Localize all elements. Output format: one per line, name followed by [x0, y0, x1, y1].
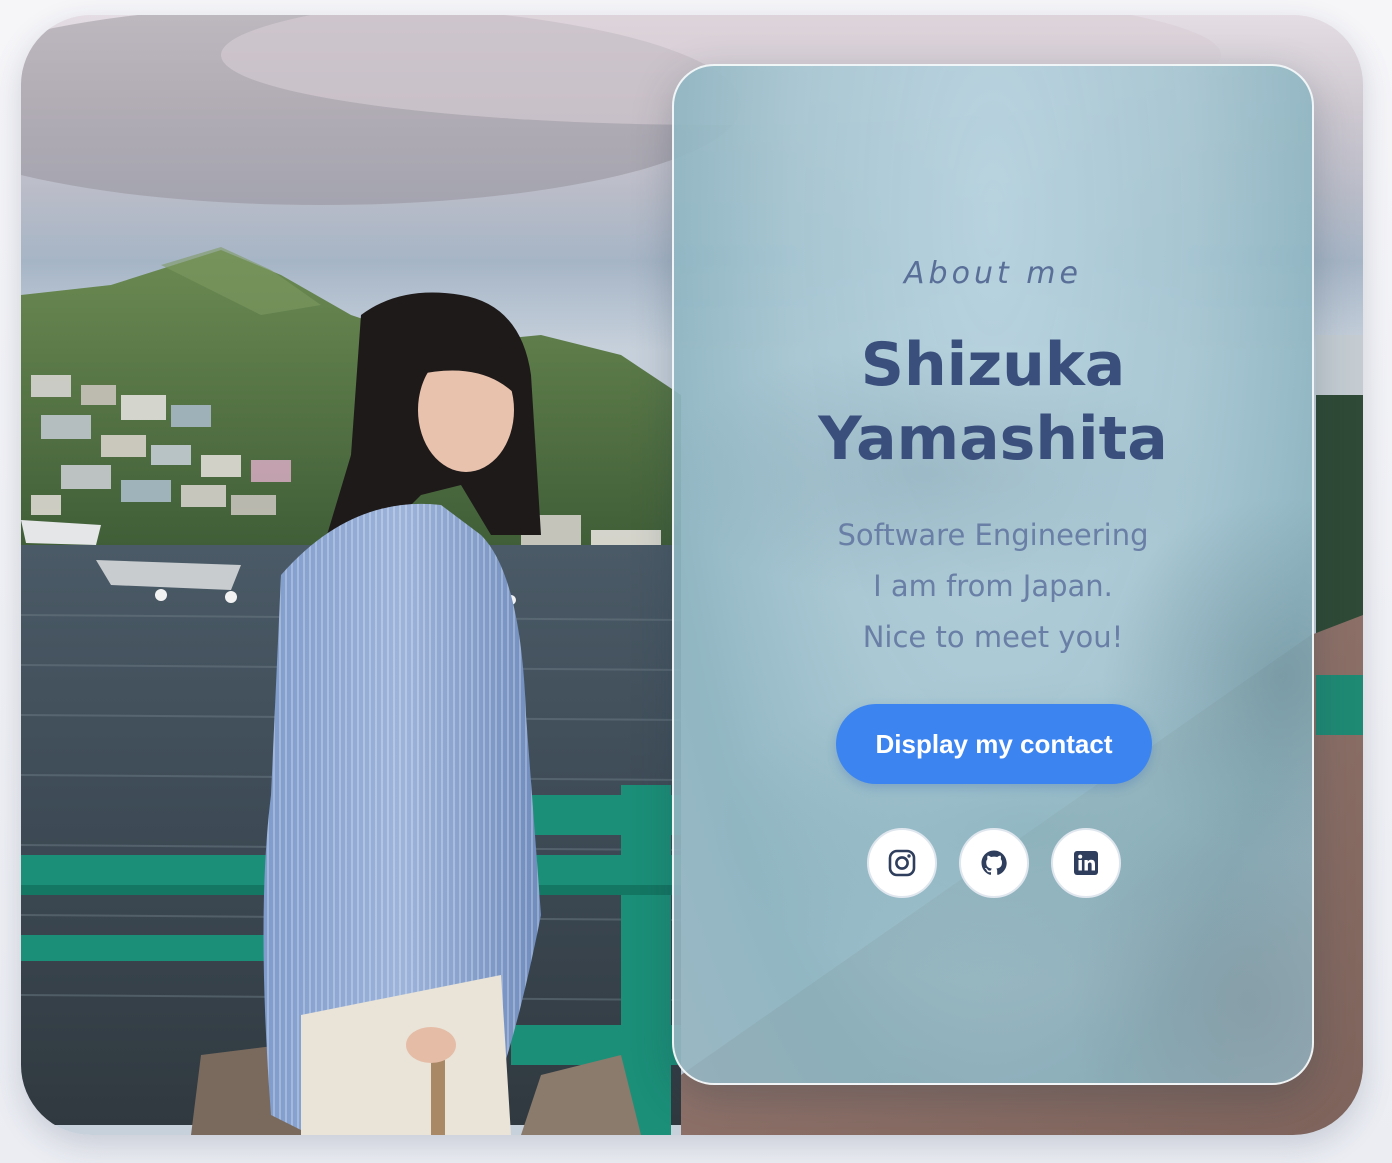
instagram-icon — [888, 849, 916, 877]
github-link[interactable] — [959, 828, 1029, 898]
profile-name: Shizuka Yamashita — [674, 328, 1312, 476]
bio-line: Nice to meet you! — [862, 620, 1124, 654]
bio-text: Software Engineering I am from Japan. Ni… — [674, 510, 1312, 663]
name-first: Shizuka — [860, 330, 1126, 400]
linkedin-icon — [1074, 851, 1098, 875]
bio-line: I am from Japan. — [873, 569, 1113, 603]
display-contact-button[interactable]: Display my contact — [836, 704, 1152, 784]
about-card: About me Shizuka Yamashita Software Engi… — [672, 64, 1314, 1085]
instagram-link[interactable] — [867, 828, 937, 898]
about-label: About me — [904, 256, 1082, 291]
bio-line: Software Engineering — [837, 518, 1149, 552]
github-icon — [981, 850, 1007, 875]
page: About me Shizuka Yamashita Software Engi… — [0, 0, 1392, 1163]
linkedin-link[interactable] — [1051, 828, 1121, 898]
name-last: Yamashita — [818, 404, 1168, 474]
social-links — [674, 828, 1312, 900]
